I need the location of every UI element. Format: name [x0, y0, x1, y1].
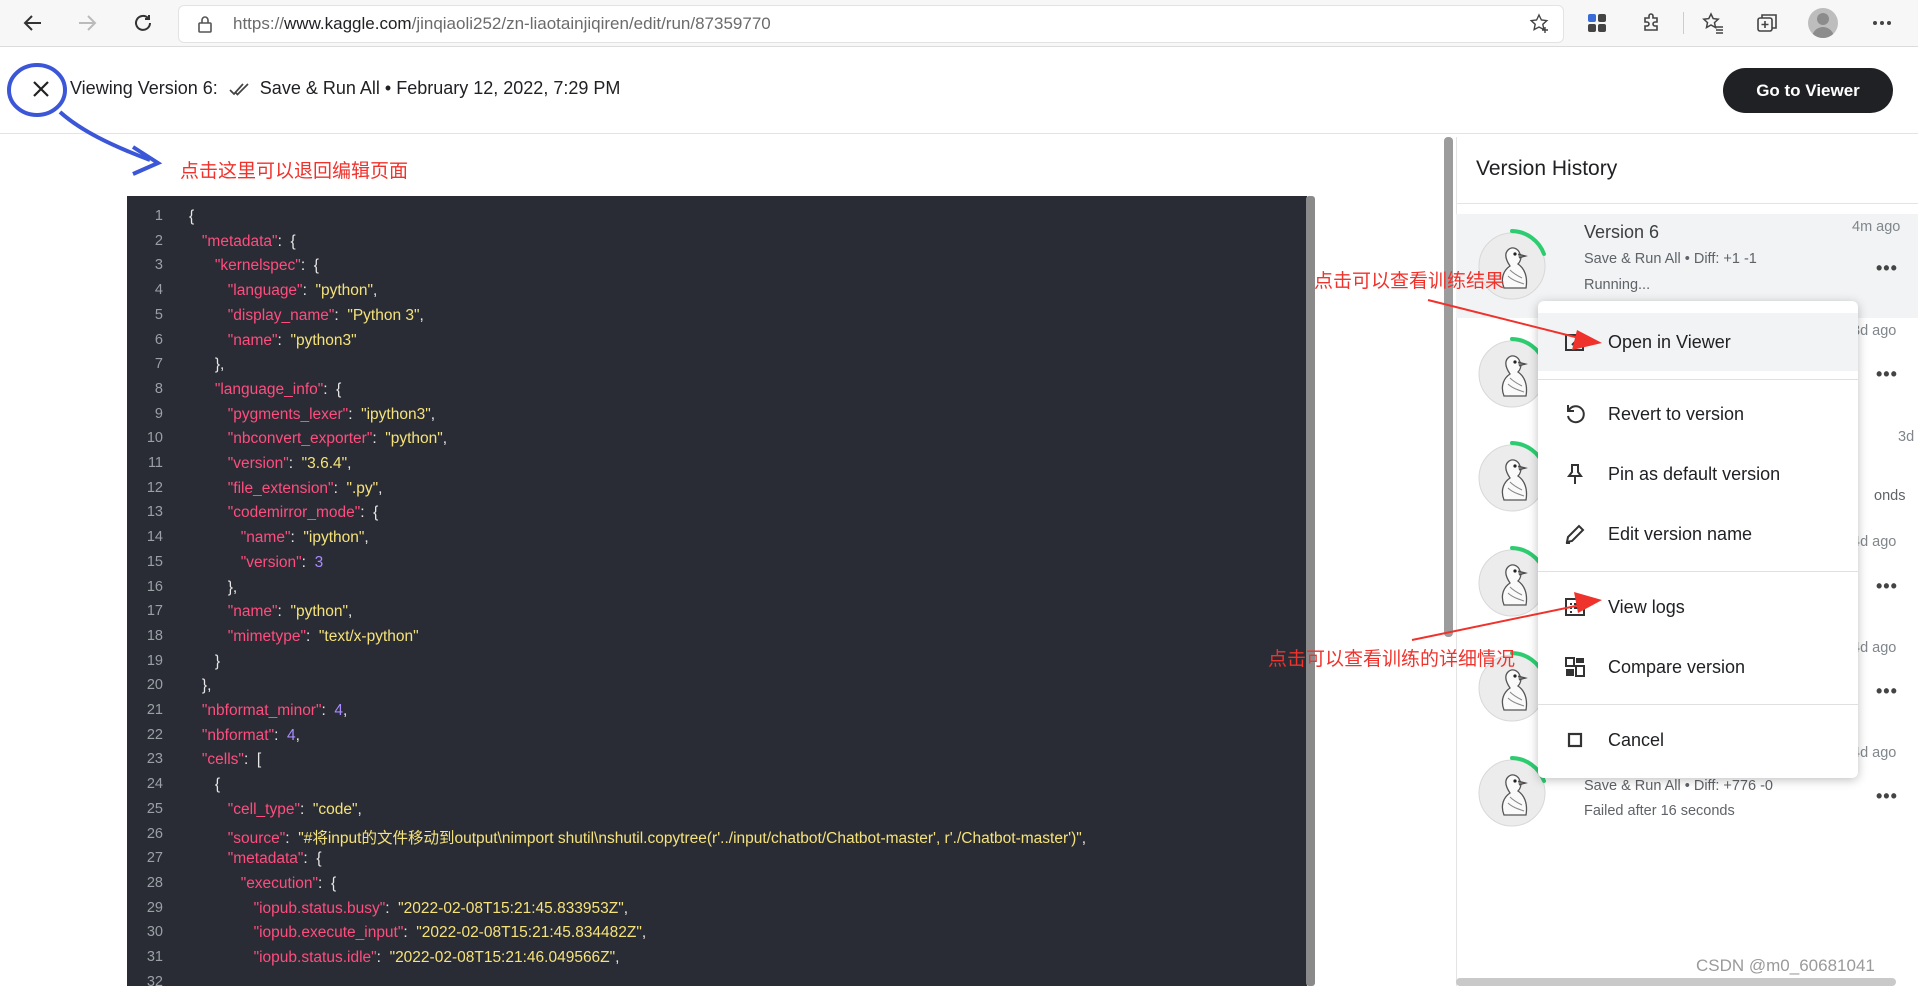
annotation-text: 点击可以查看训练的详细情况 — [1268, 649, 1516, 670]
annotation-arrowhead — [1572, 330, 1602, 350]
annotation-arrow — [1427, 299, 1596, 343]
annotation-arrow — [58, 110, 151, 162]
annotation-arrowhead — [1574, 592, 1602, 613]
annotation-text: 点击这里可以退回编辑页面 — [180, 161, 409, 182]
highlight-circle — [7, 63, 67, 117]
annotation-text: 点击可以查看训练结果 — [1314, 271, 1505, 292]
annotation-arrow — [1411, 601, 1596, 641]
annotation-arrowhead — [131, 145, 163, 176]
watermark: CSDN @m0_60681041 — [1696, 956, 1875, 975]
annotation-overlay — [7, 63, 1602, 641]
